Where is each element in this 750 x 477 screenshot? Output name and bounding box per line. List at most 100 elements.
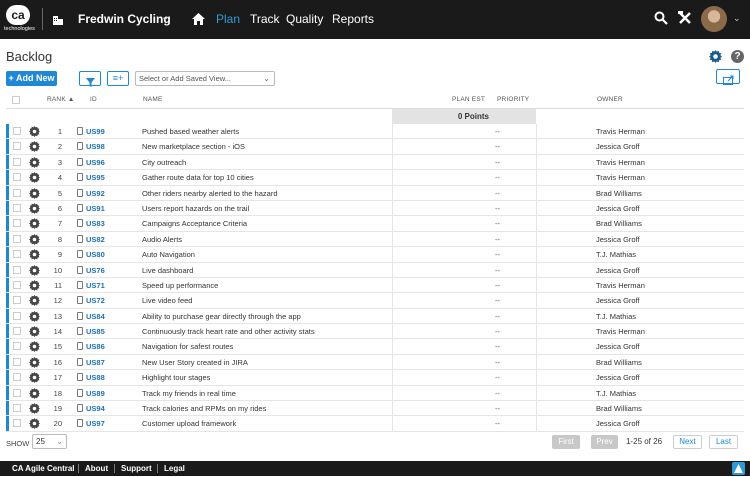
row-owner[interactable]: T.J. Mathias (596, 386, 636, 401)
column-header-id[interactable]: ID (90, 96, 97, 103)
row-priority[interactable]: -- (495, 186, 500, 201)
row-name[interactable]: Highlight tour stages (142, 370, 210, 385)
row-id-link[interactable]: US94 (86, 401, 105, 416)
row-priority[interactable]: -- (495, 232, 500, 247)
row-owner[interactable]: Travis Herman (596, 324, 645, 339)
row-id-link[interactable]: US76 (86, 263, 105, 278)
chevron-down-icon[interactable]: ⌄ (733, 13, 741, 24)
row-plan-est[interactable] (392, 185, 537, 200)
row-id-link[interactable]: US91 (86, 201, 105, 216)
table-row[interactable]: 16 US87 New User Story created in JIRA -- Br… (6, 354, 744, 371)
nav-quality[interactable]: Quality (286, 12, 323, 26)
row-id-link[interactable]: US83 (86, 216, 105, 231)
row-owner[interactable]: Brad Williams (596, 401, 642, 416)
row-owner[interactable]: Jessica Groff (596, 339, 640, 354)
row-name[interactable]: Track my friends in real time (142, 386, 236, 401)
column-header-name[interactable]: NAME (143, 96, 163, 103)
row-owner[interactable]: Jessica Groff (596, 416, 640, 431)
row-name[interactable]: Campaigns Acceptance Criteria (142, 216, 247, 231)
row-checkbox[interactable] (13, 265, 21, 274)
next-page-button[interactable]: Next (673, 435, 702, 449)
row-id-link[interactable]: US97 (86, 416, 105, 431)
row-checkbox[interactable] (13, 404, 21, 413)
row-name[interactable]: Navigation for safest routes (142, 339, 233, 354)
row-name[interactable]: Gather route data for top 10 cities (142, 170, 254, 185)
row-priority[interactable]: -- (495, 386, 500, 401)
row-priority[interactable]: -- (495, 278, 500, 293)
row-name[interactable]: Audio Alerts (142, 232, 182, 247)
row-name[interactable]: Users report hazards on the trail (142, 201, 249, 216)
row-owner[interactable]: Jessica Groff (596, 293, 640, 308)
row-checkbox[interactable] (13, 357, 21, 366)
row-priority[interactable]: -- (495, 370, 500, 385)
row-owner[interactable]: Jessica Groff (596, 232, 640, 247)
add-new-button[interactable]: + Add New (6, 71, 57, 86)
row-checkbox[interactable] (13, 342, 21, 351)
table-row[interactable]: 3 US96 City outreach -- Travis Herman (6, 154, 744, 171)
last-page-button[interactable]: Last (709, 435, 738, 449)
chevron-down-icon[interactable]: ⌄ (161, 12, 169, 23)
row-plan-est[interactable] (392, 277, 537, 293)
home-icon[interactable] (192, 12, 205, 30)
row-owner[interactable]: Brad Williams (596, 355, 642, 370)
row-name[interactable]: Ability to purchase gear directly throug… (142, 309, 301, 324)
row-priority[interactable]: -- (495, 170, 500, 185)
row-priority[interactable]: -- (495, 309, 500, 324)
row-checkbox[interactable] (13, 373, 21, 382)
row-owner[interactable]: Travis Herman (596, 278, 645, 293)
row-id-link[interactable]: US89 (86, 386, 105, 401)
row-name[interactable]: Track calories and RPMs on my rides (142, 401, 266, 416)
row-plan-est[interactable] (392, 354, 537, 370)
row-plan-est[interactable] (392, 154, 537, 170)
export-button[interactable] (716, 69, 740, 85)
row-owner[interactable]: Jessica Groff (596, 201, 640, 216)
row-name[interactable]: New marketplace section - iOS (142, 139, 245, 154)
footer-link-legal[interactable]: Legal (164, 464, 185, 473)
workspace-selector[interactable]: Fredwin Cycling (78, 12, 171, 26)
row-name[interactable]: Pushed based weather alerts (142, 124, 239, 139)
row-plan-est[interactable] (392, 262, 537, 277)
row-name[interactable]: City outreach (142, 155, 186, 170)
row-id-link[interactable]: US84 (86, 309, 105, 324)
nav-reports[interactable]: Reports (332, 12, 374, 26)
row-name[interactable]: Speed up performance (142, 278, 218, 293)
table-row[interactable]: 17 US88 Highlight tour stages -- Jessica Gro… (6, 370, 744, 386)
row-checkbox[interactable] (13, 234, 21, 243)
table-row[interactable]: 12 US72 Live video feed -- Jessica Groff (6, 293, 744, 309)
table-row[interactable]: 5 US92 Other riders nearby alerted to the … (6, 185, 744, 201)
row-checkbox[interactable] (13, 280, 21, 289)
row-checkbox[interactable] (13, 419, 21, 428)
table-row[interactable]: 11 US71 Speed up performance -- Travis Herma… (6, 277, 744, 294)
row-checkbox[interactable] (13, 142, 21, 151)
row-priority[interactable]: -- (495, 155, 500, 170)
table-row[interactable]: 10 US76 Live dashboard -- Jessica Groff (6, 262, 744, 278)
row-plan-est[interactable] (392, 370, 537, 385)
tools-icon[interactable] (678, 11, 692, 30)
prev-page-button[interactable]: Prev (591, 435, 618, 449)
select-all-checkbox[interactable] (12, 96, 20, 104)
help-icon[interactable]: ? (731, 50, 744, 63)
row-priority[interactable]: -- (495, 293, 500, 308)
row-plan-est[interactable] (392, 308, 537, 324)
footer-link-about[interactable]: About (85, 464, 108, 473)
row-priority[interactable]: -- (495, 124, 500, 139)
row-name[interactable]: Customer upload framework (142, 416, 236, 431)
row-checkbox[interactable] (13, 173, 21, 182)
table-row[interactable]: 20 US97 Customer upload framework -- Jessica… (6, 416, 744, 432)
first-page-button[interactable]: First (552, 435, 580, 449)
row-owner[interactable]: Brad Williams (596, 186, 642, 201)
row-plan-est[interactable] (392, 293, 537, 308)
ca-logo[interactable]: ca technologies (4, 5, 38, 33)
row-plan-est[interactable] (392, 231, 537, 247)
row-owner[interactable]: T.J. Mathias (596, 247, 636, 262)
row-checkbox[interactable] (13, 188, 21, 197)
row-owner[interactable]: Travis Herman (596, 124, 645, 139)
row-id-link[interactable]: US80 (86, 247, 105, 262)
row-id-link[interactable]: US98 (86, 139, 105, 154)
row-priority[interactable]: -- (495, 139, 500, 154)
row-checkbox[interactable] (13, 250, 21, 259)
row-priority[interactable]: -- (495, 216, 500, 231)
columns-button[interactable]: ≡+ (107, 71, 129, 86)
table-row[interactable]: 2 US98 New marketplace section - iOS -- Jess… (6, 139, 744, 155)
column-header-rank[interactable]: RANK ▲ (47, 96, 75, 103)
